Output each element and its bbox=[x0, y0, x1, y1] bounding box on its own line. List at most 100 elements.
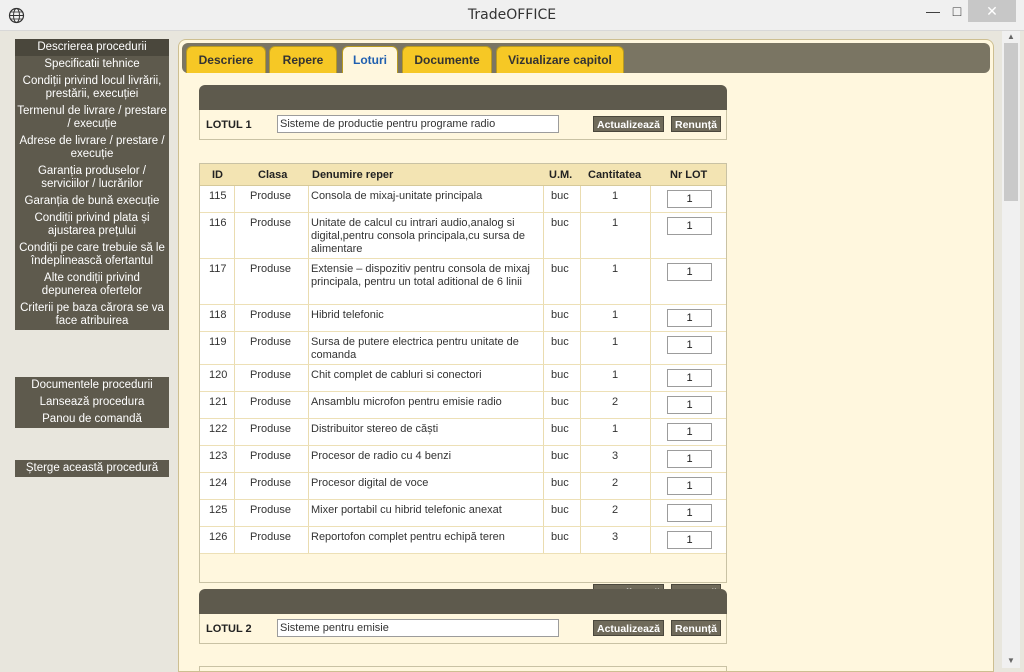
sidebar-item-group1-9[interactable]: Alte condiții privind depunerea ofertelo… bbox=[15, 270, 169, 300]
cell-denumire: Distribuitor stereo de căști bbox=[311, 423, 439, 435]
nr-lot-input[interactable]: 1 bbox=[667, 336, 712, 354]
cell-um: buc bbox=[551, 504, 569, 516]
sidebar-item-group2-2[interactable]: Panou de comandă bbox=[15, 411, 169, 428]
nr-lot-input[interactable]: 1 bbox=[667, 423, 712, 441]
sidebar-item-group1-2[interactable]: Condiții privind locul livrării, prestăr… bbox=[15, 73, 169, 103]
tab-repere[interactable]: Repere bbox=[269, 46, 337, 73]
table-row: 124 Produse Procesor digital de voce buc 2 1 bbox=[200, 473, 726, 500]
table-body: 115 Produse Consola de mixaj-unitate princ… bbox=[200, 186, 726, 554]
column-divider bbox=[580, 186, 581, 212]
lot-1: LOTUL 1 Sisteme de productie pentru prog… bbox=[199, 85, 727, 140]
tab-loturi[interactable]: Loturi bbox=[342, 46, 398, 73]
column-divider bbox=[308, 419, 309, 445]
sidebar-item-group1-0[interactable]: Descrierea procedurii bbox=[15, 39, 169, 56]
nr-lot-input[interactable]: 1 bbox=[667, 504, 712, 522]
sidebar-item-group1-3[interactable]: Termenul de livrare / prestare / execuți… bbox=[15, 103, 169, 133]
cell-um: buc bbox=[551, 396, 569, 408]
sidebar-item-group1-1[interactable]: Specificatii tehnice bbox=[15, 56, 169, 73]
column-divider bbox=[234, 213, 235, 258]
cell-clasa: Produse bbox=[250, 263, 291, 275]
cell-denumire: Hibrid telefonic bbox=[311, 309, 384, 321]
lot-2-name-input[interactable]: Sisteme pentru emisie bbox=[277, 619, 559, 637]
lot-2-cancel-button[interactable]: Renunță bbox=[671, 620, 721, 636]
sidebar-item-group1-5[interactable]: Garanția produselor / serviciilor / lucr… bbox=[15, 163, 169, 193]
lot-2-update-button[interactable]: Actualizează bbox=[593, 620, 664, 636]
column-divider bbox=[650, 473, 651, 499]
lot-1-bar: LOTUL 1 Sisteme de productie pentru prog… bbox=[199, 110, 727, 140]
cell-clasa: Produse bbox=[250, 309, 291, 321]
column-divider bbox=[580, 392, 581, 418]
table-row: 117 Produse Extensie – dispozitiv pentru c… bbox=[200, 259, 726, 305]
cell-cantitatea: 2 bbox=[612, 396, 619, 408]
table-row: 118 Produse Hibrid telefonic buc 1 1 bbox=[200, 305, 726, 332]
tab-vizualizare-capitol[interactable]: Vizualizare capitol bbox=[496, 46, 624, 73]
cell-denumire: Mixer portabil cu hibrid telefonic anexa… bbox=[311, 504, 502, 516]
scroll-down-icon[interactable]: ▼ bbox=[1004, 656, 1018, 666]
sidebar-item-group1-10[interactable]: Criterii pe baza cărora se va face atrib… bbox=[15, 300, 169, 330]
sidebar-item-group2-0[interactable]: Documentele procedurii bbox=[15, 377, 169, 394]
column-divider bbox=[543, 392, 544, 418]
nr-lot-input[interactable]: 1 bbox=[667, 217, 712, 235]
column-divider bbox=[650, 186, 651, 212]
cell-denumire: Unitate de calcul cu intrari audio,analo… bbox=[311, 217, 526, 255]
nr-lot-input[interactable]: 1 bbox=[667, 369, 712, 387]
window-titlebar: TradeOFFICE — □ ✕ bbox=[0, 0, 1024, 31]
sidebar-item-group1-6[interactable]: Garanția de bună execuție bbox=[15, 193, 169, 210]
nr-lot-input[interactable]: 1 bbox=[667, 477, 712, 495]
vertical-scrollbar[interactable]: ▲ ▼ bbox=[1002, 31, 1020, 668]
sidebar-item-group1-8[interactable]: Condiții pe care trebuie să le îndepline… bbox=[15, 240, 169, 270]
col-cantitatea: Cantitatea bbox=[588, 169, 642, 181]
column-divider bbox=[580, 365, 581, 391]
cell-id: 119 bbox=[209, 336, 227, 348]
nr-lot-input[interactable]: 1 bbox=[667, 263, 712, 281]
column-divider bbox=[308, 527, 309, 553]
sidebar-item-group1-4[interactable]: Adrese de livrare / prestare / execuție bbox=[15, 133, 169, 163]
main-panel: Descriere Repere Loturi Documente Vizual… bbox=[178, 39, 994, 672]
cell-cantitatea: 2 bbox=[612, 504, 619, 516]
cell-cantitatea: 1 bbox=[612, 369, 619, 381]
column-divider bbox=[580, 500, 581, 526]
column-divider bbox=[308, 305, 309, 331]
cell-id: 115 bbox=[209, 190, 227, 202]
lot-1-items-table: ID Clasa Denumire reper U.M. Cantitatea … bbox=[199, 163, 727, 583]
column-divider bbox=[234, 305, 235, 331]
column-divider bbox=[650, 259, 651, 304]
close-icon[interactable]: ✕ bbox=[968, 0, 1016, 22]
lot-1-name-input[interactable]: Sisteme de productie pentru programe rad… bbox=[277, 115, 559, 133]
cell-um: buc bbox=[551, 423, 569, 435]
scroll-up-icon[interactable]: ▲ bbox=[1004, 32, 1018, 42]
cell-id: 118 bbox=[209, 309, 227, 321]
column-divider bbox=[650, 213, 651, 258]
cell-denumire: Chit complet de cabluri si conectori bbox=[311, 369, 482, 381]
sidebar-item-group1-7[interactable]: Condiții privind plata și ajustarea preț… bbox=[15, 210, 169, 240]
column-divider bbox=[308, 332, 309, 364]
lot-1-update-button[interactable]: Actualizează bbox=[593, 116, 664, 132]
table-row: 126 Produse Reportofon complet pentru echi… bbox=[200, 527, 726, 554]
nr-lot-input[interactable]: 1 bbox=[667, 309, 712, 327]
column-divider bbox=[234, 446, 235, 472]
cell-cantitatea: 1 bbox=[612, 190, 619, 202]
tab-documente[interactable]: Documente bbox=[402, 46, 492, 73]
column-divider bbox=[308, 392, 309, 418]
table-row: 125 Produse Mixer portabil cu hibrid telef… bbox=[200, 500, 726, 527]
nr-lot-input[interactable]: 1 bbox=[667, 190, 712, 208]
cell-cantitatea: 1 bbox=[612, 309, 619, 321]
cell-id: 122 bbox=[209, 423, 228, 435]
nr-lot-input[interactable]: 1 bbox=[667, 450, 712, 468]
cell-cantitatea: 3 bbox=[612, 531, 619, 543]
cell-clasa: Produse bbox=[250, 217, 291, 229]
column-divider bbox=[543, 500, 544, 526]
column-divider bbox=[650, 305, 651, 331]
sidebar-item-group3-0[interactable]: Șterge această procedură bbox=[15, 460, 169, 477]
nr-lot-input[interactable]: 1 bbox=[667, 531, 712, 549]
tab-descriere[interactable]: Descriere bbox=[186, 46, 266, 73]
sidebar-item-group2-1[interactable]: Lansează procedura bbox=[15, 394, 169, 411]
column-divider bbox=[234, 392, 235, 418]
cell-clasa: Produse bbox=[250, 477, 291, 489]
lot-1-label: LOTUL 1 bbox=[206, 119, 252, 131]
nr-lot-input[interactable]: 1 bbox=[667, 396, 712, 414]
scroll-thumb[interactable] bbox=[1004, 43, 1018, 201]
lot-1-cancel-button[interactable]: Renunță bbox=[671, 116, 721, 132]
col-denumire: Denumire reper bbox=[312, 169, 394, 181]
column-divider bbox=[580, 419, 581, 445]
